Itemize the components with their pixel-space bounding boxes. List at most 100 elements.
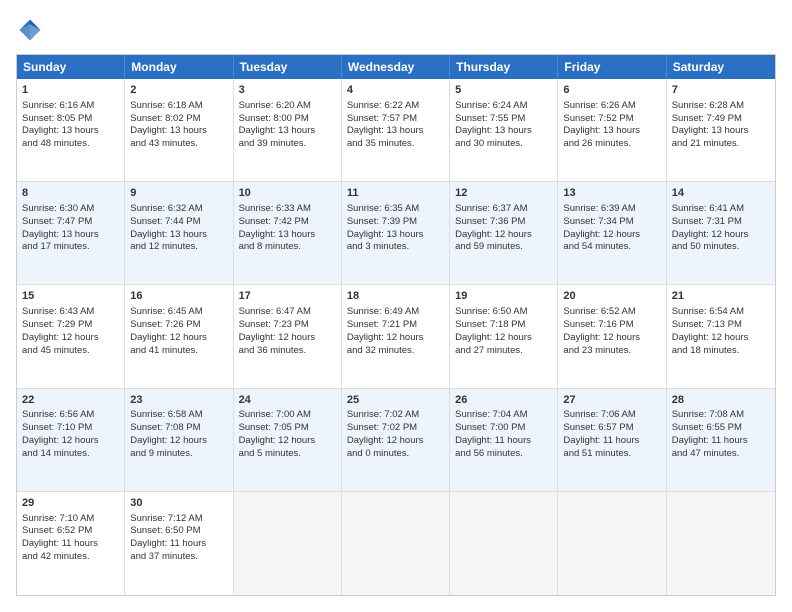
- day-info: Daylight: 12 hours: [130, 435, 227, 448]
- day-info: Sunrise: 6:28 AM: [672, 100, 770, 113]
- day-info: and 42 minutes.: [22, 551, 119, 564]
- day-info: Sunrise: 6:50 AM: [455, 306, 552, 319]
- day-info: Daylight: 13 hours: [239, 229, 336, 242]
- day-info: and 21 minutes.: [672, 138, 770, 151]
- day-number: 19: [455, 289, 552, 304]
- day-info: Daylight: 12 hours: [22, 332, 119, 345]
- day-info: and 54 minutes.: [563, 241, 660, 254]
- day-info: Daylight: 12 hours: [455, 332, 552, 345]
- day-number: 22: [22, 393, 119, 408]
- day-info: Sunset: 7:47 PM: [22, 216, 119, 229]
- day-info: Sunrise: 6:54 AM: [672, 306, 770, 319]
- day-cell-21: 21Sunrise: 6:54 AMSunset: 7:13 PMDayligh…: [667, 285, 775, 387]
- day-info: and 23 minutes.: [563, 345, 660, 358]
- day-info: Sunset: 7:42 PM: [239, 216, 336, 229]
- calendar-header: SundayMondayTuesdayWednesdayThursdayFrid…: [17, 55, 775, 79]
- day-info: Daylight: 11 hours: [672, 435, 770, 448]
- day-info: Daylight: 12 hours: [455, 229, 552, 242]
- day-info: Daylight: 12 hours: [563, 332, 660, 345]
- day-cell-9: 9Sunrise: 6:32 AMSunset: 7:44 PMDaylight…: [125, 182, 233, 284]
- day-cell-7: 7 Sunrise: 6:28 AMSunset: 7:49 PMDaylight…: [667, 79, 775, 181]
- day-number: 30: [130, 496, 227, 511]
- day-info: Daylight: 11 hours: [563, 435, 660, 448]
- day-cell-14: 14Sunrise: 6:41 AMSunset: 7:31 PMDayligh…: [667, 182, 775, 284]
- day-header-wednesday: Wednesday: [342, 55, 450, 79]
- day-info: Sunset: 7:00 PM: [455, 422, 552, 435]
- day-cell-11: 11Sunrise: 6:35 AMSunset: 7:39 PMDayligh…: [342, 182, 450, 284]
- day-cell-20: 20Sunrise: 6:52 AMSunset: 7:16 PMDayligh…: [558, 285, 666, 387]
- page: SundayMondayTuesdayWednesdayThursdayFrid…: [0, 0, 792, 612]
- day-info: Daylight: 13 hours: [672, 125, 770, 138]
- day-cell-4: 4Sunrise: 6:22 AMSunset: 7:57 PMDaylight…: [342, 79, 450, 181]
- day-header-saturday: Saturday: [667, 55, 775, 79]
- day-info: Sunrise: 6:56 AM: [22, 409, 119, 422]
- day-info: Daylight: 13 hours: [239, 125, 336, 138]
- day-info: Sunset: 7:49 PM: [672, 113, 770, 126]
- day-cell-15: 15Sunrise: 6:43 AMSunset: 7:29 PMDayligh…: [17, 285, 125, 387]
- day-info: Sunset: 7:08 PM: [130, 422, 227, 435]
- day-number: 10: [239, 186, 336, 201]
- day-number: 2: [130, 83, 227, 98]
- day-info: Daylight: 13 hours: [22, 229, 119, 242]
- day-info: Sunrise: 7:02 AM: [347, 409, 444, 422]
- empty-cell: [667, 492, 775, 595]
- day-info: Daylight: 13 hours: [455, 125, 552, 138]
- day-info: and 32 minutes.: [347, 345, 444, 358]
- day-info: Sunrise: 6:18 AM: [130, 100, 227, 113]
- day-info: Sunrise: 6:30 AM: [22, 203, 119, 216]
- day-cell-27: 27Sunrise: 7:06 AMSunset: 6:57 PMDayligh…: [558, 389, 666, 491]
- day-number: 13: [563, 186, 660, 201]
- day-info: and 43 minutes.: [130, 138, 227, 151]
- day-info: and 50 minutes.: [672, 241, 770, 254]
- day-info: and 36 minutes.: [239, 345, 336, 358]
- day-cell-28: 28Sunrise: 7:08 AMSunset: 6:55 PMDayligh…: [667, 389, 775, 491]
- day-number: 12: [455, 186, 552, 201]
- empty-cell: [342, 492, 450, 595]
- day-number: 7: [672, 83, 770, 98]
- day-info: Sunset: 7:13 PM: [672, 319, 770, 332]
- day-cell-29: 29Sunrise: 7:10 AMSunset: 6:52 PMDayligh…: [17, 492, 125, 595]
- day-info: Sunset: 7:44 PM: [130, 216, 227, 229]
- day-info: Sunrise: 6:45 AM: [130, 306, 227, 319]
- day-info: Sunset: 7:31 PM: [672, 216, 770, 229]
- day-info: and 5 minutes.: [239, 448, 336, 461]
- day-info: Sunrise: 7:10 AM: [22, 513, 119, 526]
- day-info: Sunset: 7:55 PM: [455, 113, 552, 126]
- day-cell-16: 16Sunrise: 6:45 AMSunset: 7:26 PMDayligh…: [125, 285, 233, 387]
- day-cell-1: 1Sunrise: 6:16 AMSunset: 8:05 PMDaylight…: [17, 79, 125, 181]
- day-info: Daylight: 13 hours: [347, 125, 444, 138]
- day-info: Sunset: 7:23 PM: [239, 319, 336, 332]
- day-info: Daylight: 13 hours: [22, 125, 119, 138]
- day-info: and 27 minutes.: [455, 345, 552, 358]
- day-info: Daylight: 12 hours: [347, 332, 444, 345]
- day-info: Daylight: 13 hours: [347, 229, 444, 242]
- day-info: Sunrise: 6:33 AM: [239, 203, 336, 216]
- week-row-4: 22Sunrise: 6:56 AMSunset: 7:10 PMDayligh…: [17, 389, 775, 492]
- day-cell-24: 24Sunrise: 7:00 AMSunset: 7:05 PMDayligh…: [234, 389, 342, 491]
- empty-cell: [234, 492, 342, 595]
- day-number: 15: [22, 289, 119, 304]
- day-info: Sunset: 6:50 PM: [130, 525, 227, 538]
- day-info: Daylight: 12 hours: [672, 229, 770, 242]
- day-header-thursday: Thursday: [450, 55, 558, 79]
- day-cell-25: 25Sunrise: 7:02 AMSunset: 7:02 PMDayligh…: [342, 389, 450, 491]
- day-info: Daylight: 13 hours: [563, 125, 660, 138]
- day-cell-22: 22Sunrise: 6:56 AMSunset: 7:10 PMDayligh…: [17, 389, 125, 491]
- day-info: Daylight: 12 hours: [22, 435, 119, 448]
- day-info: Sunset: 7:18 PM: [455, 319, 552, 332]
- day-info: and 3 minutes.: [347, 241, 444, 254]
- day-info: and 45 minutes.: [22, 345, 119, 358]
- day-info: Sunrise: 6:52 AM: [563, 306, 660, 319]
- day-cell-19: 19 Sunrise: 6:50 AMSunset: 7:18 PMDayligh…: [450, 285, 558, 387]
- day-info: Sunset: 7:26 PM: [130, 319, 227, 332]
- day-cell-8: 8Sunrise: 6:30 AMSunset: 7:47 PMDaylight…: [17, 182, 125, 284]
- day-number: 23: [130, 393, 227, 408]
- day-number: 28: [672, 393, 770, 408]
- day-info: Sunset: 7:52 PM: [563, 113, 660, 126]
- day-header-friday: Friday: [558, 55, 666, 79]
- day-number: 5: [455, 83, 552, 98]
- day-number: 17: [239, 289, 336, 304]
- day-info: Sunrise: 6:32 AM: [130, 203, 227, 216]
- day-info: Sunset: 7:34 PM: [563, 216, 660, 229]
- day-number: 24: [239, 393, 336, 408]
